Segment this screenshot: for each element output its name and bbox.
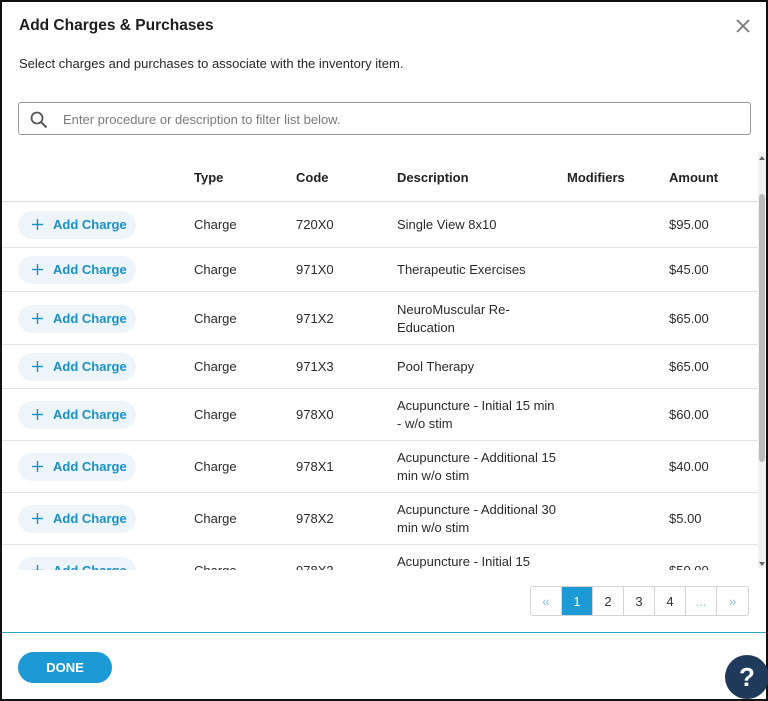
plus-icon <box>32 409 43 420</box>
more-pages-button[interactable]: ... <box>686 587 717 615</box>
search-icon <box>30 111 48 129</box>
add-charge-button[interactable]: Add Charge <box>18 401 136 429</box>
add-charge-label: Add Charge <box>53 310 127 326</box>
add-charge-button[interactable]: Add Charge <box>18 304 136 333</box>
dialog-subtitle: Select charges and purchases to associat… <box>19 56 404 71</box>
scroll-up-arrow[interactable] <box>759 156 765 160</box>
cell-code: 971X3 <box>296 359 334 374</box>
next-page-button[interactable]: » <box>717 587 748 615</box>
cell-amount: $45.00 <box>669 262 709 277</box>
cell-amount: $50.00 <box>669 562 749 570</box>
done-button[interactable]: DONE <box>18 652 112 683</box>
cell-amount: $5.00 <box>669 511 702 526</box>
cell-type: Charge <box>194 459 237 474</box>
cell-description: NeuroMuscular Re-Education <box>397 301 510 335</box>
cell-description: Pool Therapy <box>397 359 475 374</box>
add-charge-label: Add Charge <box>53 563 127 570</box>
dialog-title: Add Charges & Purchases <box>19 17 214 34</box>
header-modifiers[interactable]: Modifiers <box>567 170 625 185</box>
add-charge-label: Add Charge <box>53 359 127 374</box>
plus-icon <box>32 264 43 275</box>
cell-type: Charge <box>194 262 237 277</box>
cell-amount: $65.00 <box>669 310 709 326</box>
table-row: Add Charge Charge 971X2 NeuroMuscular Re-Ed… <box>2 292 758 345</box>
add-charge-button[interactable]: Add Charge <box>18 211 136 239</box>
cell-code: 978X0 <box>296 407 334 422</box>
cell-amount: $95.00 <box>669 217 709 232</box>
cell-code: 978X2 <box>296 511 334 526</box>
cell-amount: $65.00 <box>669 359 709 374</box>
header-code[interactable]: Code <box>296 170 329 185</box>
add-charge-button[interactable]: Add Charge <box>18 353 136 381</box>
page-4-button[interactable]: 4 <box>655 587 686 615</box>
cell-type: Charge <box>194 562 254 570</box>
table-row: Add Charge Charge 978X1 Acupuncture - Addit… <box>2 441 758 493</box>
table-row: Add Charge Charge 720X0 Single View 8x10 $95… <box>2 202 758 248</box>
footer-divider <box>2 632 766 633</box>
cell-description: Acupuncture - Additional 30 min w/o stim <box>397 502 556 535</box>
plus-icon <box>32 513 43 524</box>
cell-type: Charge <box>194 511 237 526</box>
plus-icon <box>32 461 43 472</box>
cell-type: Charge <box>194 407 237 422</box>
scroll-down-arrow[interactable] <box>759 562 765 566</box>
add-charge-button[interactable]: Add Charge <box>18 256 136 284</box>
scrollbar-thumb[interactable] <box>759 194 765 462</box>
table-row: Add Charge Charge 978X2 Acupuncture - Addit… <box>2 493 758 545</box>
page-1-button[interactable]: 1 <box>562 587 593 615</box>
table-row: Add Charge Charge 978X3 Acupuncture - Initi… <box>2 545 758 570</box>
add-charge-label: Add Charge <box>53 262 127 277</box>
cell-code: 971X0 <box>296 262 334 277</box>
header-amount[interactable]: Amount <box>669 170 718 185</box>
table-row: Add Charge Charge 971X0 Therapeutic Exercis… <box>2 248 758 292</box>
table-row: Add Charge Charge 978X0 Acupuncture - Initi… <box>2 389 758 441</box>
header-type[interactable]: Type <box>194 170 223 185</box>
table-row: Add Charge Charge 971X3 Pool Therapy $65.00 <box>2 345 758 389</box>
table-header: Type Code Description Modifiers Amount <box>2 152 758 202</box>
cell-code: 978X1 <box>296 459 334 474</box>
search-input[interactable] <box>61 104 745 135</box>
close-icon[interactable] <box>733 16 753 36</box>
cell-amount: $60.00 <box>669 407 709 422</box>
plus-icon <box>32 361 43 372</box>
cell-type: Charge <box>194 217 237 232</box>
cell-description: Acupuncture - Additional 15 min w/o stim <box>397 450 556 483</box>
cell-type: Charge <box>194 310 237 326</box>
add-charge-label: Add Charge <box>53 511 127 526</box>
add-charge-button[interactable]: Add Charge <box>18 557 136 570</box>
charges-table: Type Code Description Modifiers Amount A… <box>2 152 758 570</box>
help-button[interactable]: ? <box>725 655 768 699</box>
plus-icon <box>32 312 43 324</box>
cell-code: 720X0 <box>296 217 334 232</box>
plus-icon <box>32 219 43 230</box>
cell-description: Acupuncture - Initial 15 <box>397 554 530 569</box>
header-description[interactable]: Description <box>397 170 469 185</box>
add-charge-button[interactable]: Add Charge <box>18 505 136 533</box>
cell-amount: $40.00 <box>669 459 709 474</box>
page-2-button[interactable]: 2 <box>593 587 624 615</box>
add-charge-label: Add Charge <box>53 217 127 232</box>
cell-code: 978X3 <box>296 562 376 570</box>
add-charge-label: Add Charge <box>53 459 127 474</box>
cell-code: 971X2 <box>296 310 334 326</box>
add-charges-dialog: Add Charges & Purchases Select charges a… <box>0 0 768 701</box>
table-scrollbar[interactable] <box>758 152 766 568</box>
cell-type: Charge <box>194 359 237 374</box>
cell-description: Therapeutic Exercises <box>397 262 526 277</box>
add-charge-button[interactable]: Add Charge <box>18 453 136 481</box>
plus-icon <box>32 565 43 570</box>
search-box <box>18 102 751 135</box>
page-3-button[interactable]: 3 <box>624 587 655 615</box>
cell-description: Single View 8x10 <box>397 217 497 232</box>
add-charge-label: Add Charge <box>53 407 127 422</box>
pagination: « 1 2 3 4 ... » <box>530 586 749 616</box>
first-page-button[interactable]: « <box>531 587 562 615</box>
cell-description: Acupuncture - Initial 15 min - w/o stim <box>397 398 555 431</box>
